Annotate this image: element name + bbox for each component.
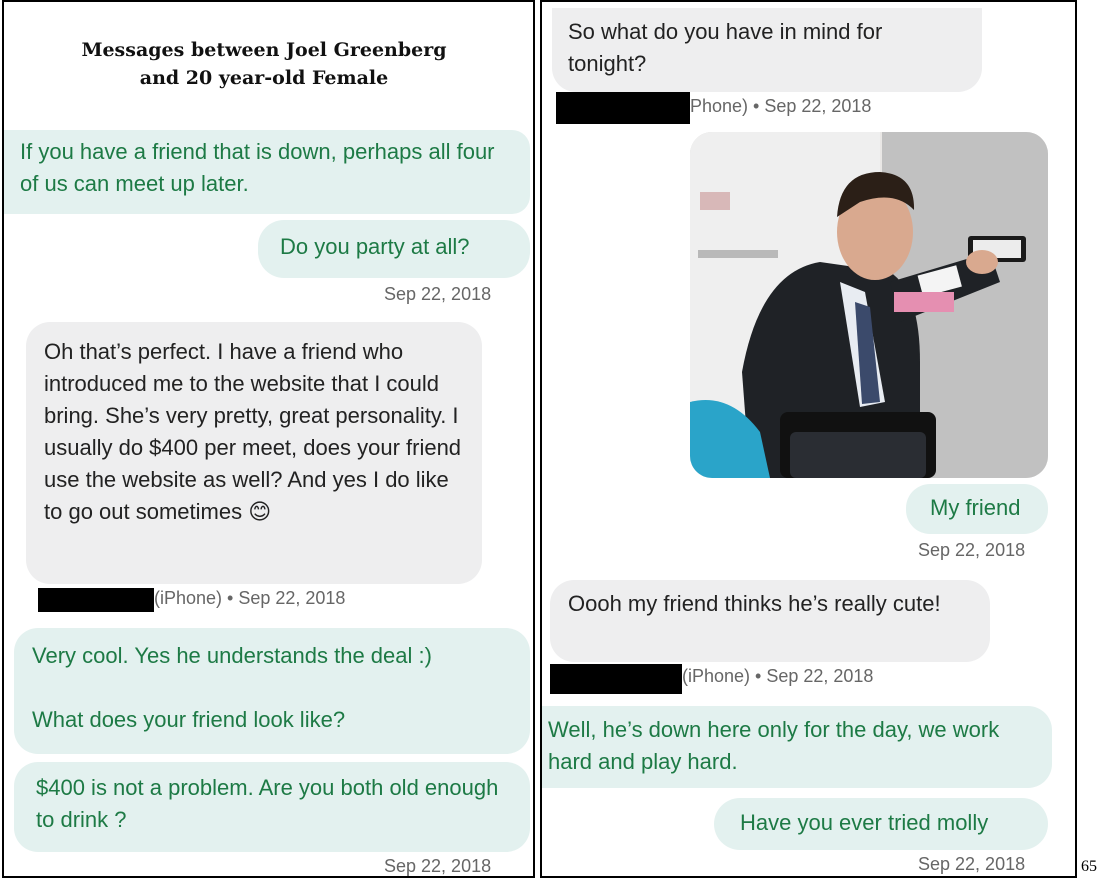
message-bubble[interactable]: Very cool. Yes he understands the deal :… xyxy=(14,628,530,754)
redacted-contact-name xyxy=(38,588,154,612)
redacted-contact-name xyxy=(550,664,682,694)
panel-title: Messages between Joel Greenberg and 20 y… xyxy=(81,39,447,89)
timestamp: Sep 22, 2018 xyxy=(384,856,492,876)
message-bubble[interactable]: My friend xyxy=(906,484,1048,534)
left-conversation-panel: Messages between Joel Greenberg and 20 y… xyxy=(2,0,535,878)
message-bubble[interactable]: If you have a friend that is down, perha… xyxy=(4,130,530,214)
timestamp: Sep 22, 2018 xyxy=(384,284,492,304)
photo-attachment[interactable] xyxy=(690,132,1048,478)
page-number: 65 xyxy=(1081,858,1097,875)
photo-image xyxy=(690,132,1048,478)
timestamp: Sep 22, 2018 xyxy=(918,854,1026,874)
timestamp: (iPhone) • Sep 22, 2018 xyxy=(154,588,346,608)
right-conversation-panel: So what do you have in mind for tonight?… xyxy=(540,0,1077,878)
message-bubble[interactable]: Do you party at all? xyxy=(258,220,530,278)
timestamp: Sep 22, 2018 xyxy=(918,540,1026,560)
redacted-contact-name xyxy=(556,92,690,124)
message-bubble[interactable]: Have you ever tried molly xyxy=(714,798,1048,850)
message-bubble[interactable]: Oooh my friend thinks he’s really cute! xyxy=(550,580,990,662)
message-bubble[interactable]: Oh that’s perfect. I have a friend who i… xyxy=(26,322,482,584)
message-bubble[interactable]: So what do you have in mind for tonight? xyxy=(552,8,982,92)
timestamp: Phone) • Sep 22, 2018 xyxy=(690,96,872,116)
message-bubble[interactable]: $400 is not a problem. Are you both old … xyxy=(14,762,530,852)
message-bubble[interactable]: Well, he’s down here only for the day, w… xyxy=(542,706,1052,788)
timestamp: (iPhone) • Sep 22, 2018 xyxy=(682,666,874,686)
